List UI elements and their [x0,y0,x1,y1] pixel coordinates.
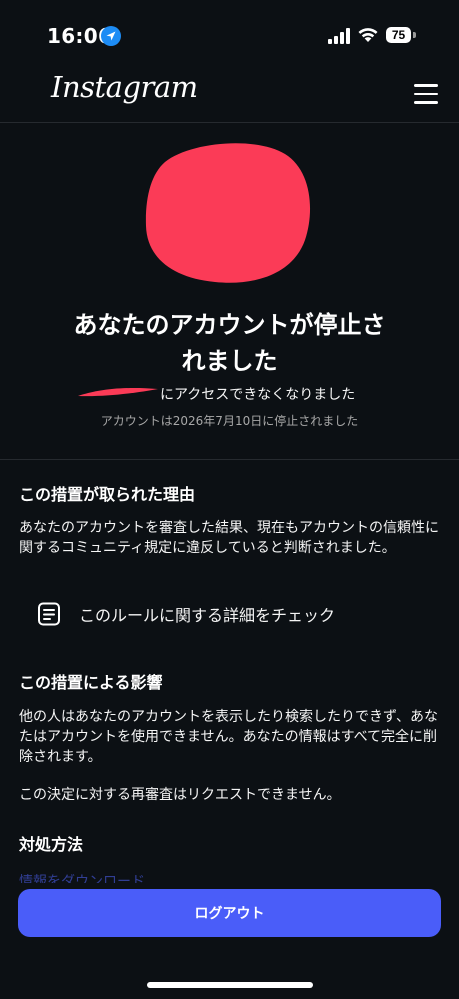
app-header: Instagram [0,70,459,123]
document-icon [38,602,60,626]
rule-details-link-label[interactable]: このルールに関する詳細をチェック [79,602,335,626]
instagram-logo[interactable]: Instagram [51,70,198,104]
appeal-note: この決定に対する再審査はリクエストできません。 [19,787,341,803]
section-divider [0,459,459,460]
logout-button[interactable]: ログアウト [18,889,441,937]
cellular-signal-icon [328,28,350,44]
avatar [145,143,311,283]
download-info-link[interactable]: 情報をダウンロード [19,871,441,883]
battery-level: 75 [386,27,411,43]
suspension-date-note: アカウントは2026年7月10日に停止されました [100,414,359,428]
page-title-line1: あなたのアカウントが停止さ [73,311,386,339]
impact-body: 他の人はあなたのアカウントを表示したり検索したりできず、あなたはアカウントを使用… [19,709,439,765]
battery-icon: 75 [386,27,416,45]
actions-heading: 対処方法 [19,835,84,854]
home-indicator[interactable] [147,982,313,988]
status-bar: 16:06 75 [0,0,459,70]
wifi-icon [358,28,378,42]
subtitle: にアクセスできなくなりました [160,387,356,403]
reason-heading: この措置が取られた理由 [19,485,196,504]
subtitle-row: にアクセスできなくなりました [0,382,459,404]
impact-heading: この措置による影響 [19,673,163,692]
hamburger-menu-icon[interactable] [414,84,438,104]
page-title-line2: れました [181,347,278,375]
page-title: あなたのアカウントが停止さ れました [40,307,419,379]
reason-body: あなたのアカウントを審査した結果、現在もアカウントの信頼性に関するコミュニティ規… [19,520,439,556]
redacted-username [78,387,158,397]
location-arrow-icon [101,26,121,46]
